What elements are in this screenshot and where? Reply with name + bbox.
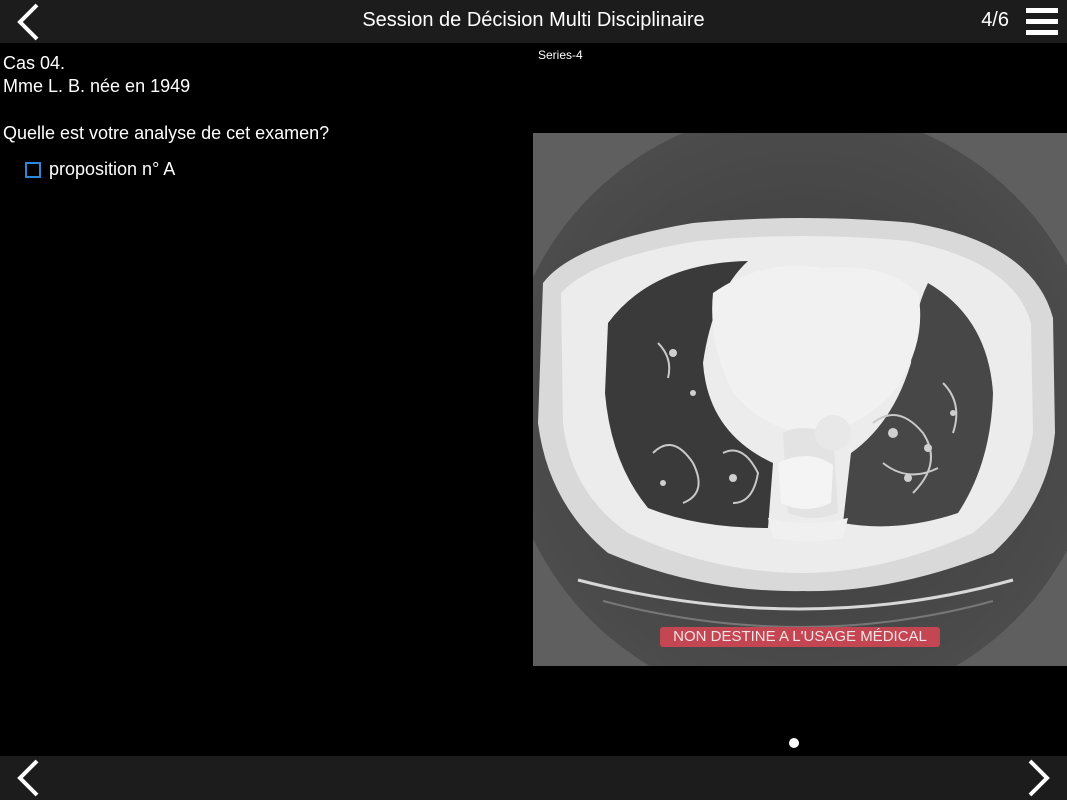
previous-button[interactable] bbox=[8, 756, 48, 800]
chevron-right-icon bbox=[1028, 759, 1050, 797]
ct-scan-drawing bbox=[533, 133, 1067, 666]
patient-info: Mme L. B. née en 1949 bbox=[3, 76, 191, 96]
top-bar: Session de Décision Multi Disciplinaire … bbox=[0, 0, 1067, 43]
page-indicator-dot[interactable] bbox=[789, 738, 799, 748]
page-title: Session de Décision Multi Disciplinaire bbox=[362, 9, 705, 31]
ct-scan-image[interactable] bbox=[533, 133, 1067, 666]
option-a-checkbox[interactable] bbox=[25, 161, 41, 178]
option-a-label: proposition n° A bbox=[49, 159, 176, 179]
case-panel: Cas 04. Mme L. B. née en 1949 Quelle est… bbox=[3, 52, 523, 180]
next-button[interactable] bbox=[1019, 756, 1059, 800]
question-text: Quelle est votre analyse de cet examen? bbox=[3, 123, 330, 143]
menu-button[interactable] bbox=[1026, 8, 1058, 36]
series-label: Series-4 bbox=[538, 48, 583, 62]
back-button[interactable] bbox=[8, 0, 48, 43]
case-counter: 4/6 bbox=[981, 9, 1009, 31]
bottom-bar bbox=[0, 756, 1067, 800]
option-a[interactable]: proposition n° A bbox=[25, 159, 523, 180]
hamburger-menu-icon bbox=[1026, 8, 1058, 13]
chevron-left-icon bbox=[17, 759, 39, 797]
case-number: Cas 04. bbox=[3, 53, 66, 73]
chevron-left-icon bbox=[17, 3, 39, 40]
medical-disclaimer-watermark: NON DESTINE A L'USAGE MÉDICAL bbox=[660, 627, 940, 647]
